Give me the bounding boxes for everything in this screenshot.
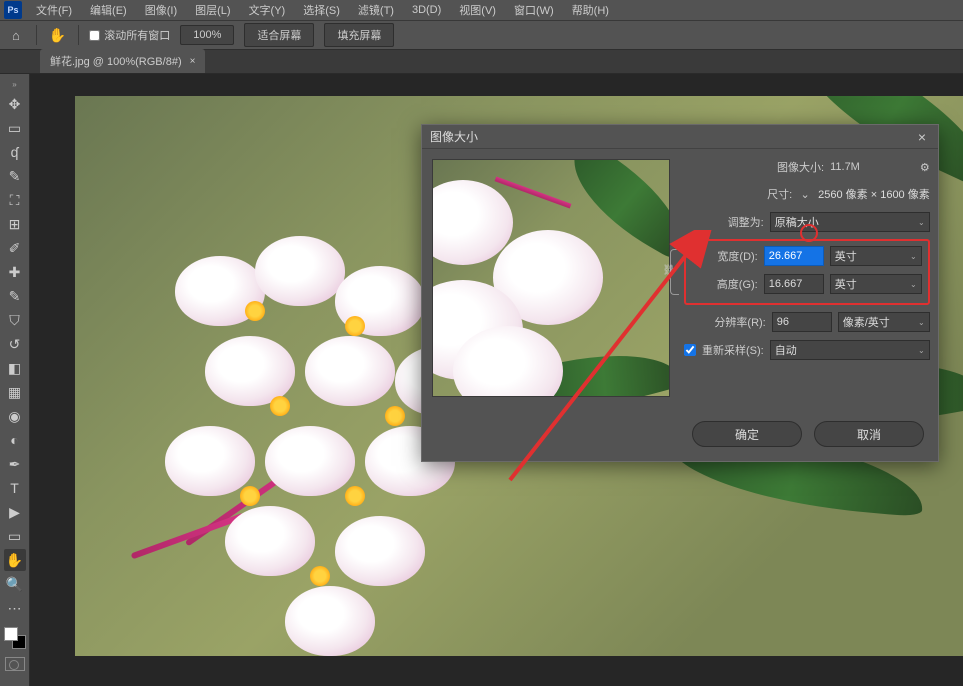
dodge-tool[interactable]: ◐	[4, 429, 26, 451]
blur-tool[interactable]: ◉	[4, 405, 26, 427]
fit-to-select[interactable]: 原稿大小 ⌄	[770, 212, 930, 232]
clone-stamp-tool[interactable]: ⛉	[4, 309, 26, 331]
dialog-title-text: 图像大小	[430, 128, 478, 145]
eyedropper-tool[interactable]: ✐	[4, 237, 26, 259]
move-tool[interactable]: ✥	[4, 93, 26, 115]
menu-filter[interactable]: 滤镜(T)	[350, 0, 402, 20]
fill-screen-button[interactable]: 填充屏幕	[324, 23, 394, 47]
ok-button[interactable]: 确定	[692, 421, 802, 447]
image-size-value: 11.7M	[830, 161, 860, 173]
dimensions-disclosure-icon[interactable]: ⌄	[798, 188, 812, 201]
type-tool[interactable]: T	[4, 477, 26, 499]
foreground-color[interactable]	[4, 627, 18, 641]
scroll-all-windows-checkbox[interactable]: 滚动所有窗口	[89, 27, 170, 43]
height-label: 高度(G):	[717, 276, 758, 292]
quick-mask-toggle[interactable]	[5, 657, 25, 671]
scroll-all-windows-input[interactable]	[89, 30, 100, 41]
chevron-down-icon: ⌄	[910, 252, 917, 261]
document-tab[interactable]: 鲜花.jpg @ 100%(RGB/8#) ×	[40, 49, 205, 73]
menu-file[interactable]: 文件(F)	[28, 0, 80, 20]
resolution-unit-select[interactable]: 像素/英寸 ⌄	[838, 312, 930, 332]
width-label: 宽度(D):	[717, 248, 757, 264]
document-tab-bar: 鲜花.jpg @ 100%(RGB/8#) ×	[0, 50, 963, 74]
home-icon[interactable]: ⌂	[6, 26, 26, 45]
resample-label: 重新采样(S):	[702, 342, 764, 358]
history-brush-tool[interactable]: ↺	[4, 333, 26, 355]
marquee-tool[interactable]: ▭	[4, 117, 26, 139]
dialog-titlebar[interactable]: 图像大小 ×	[422, 125, 938, 149]
app-logo: Ps	[4, 1, 22, 19]
crop-tool[interactable]: ⛶	[4, 189, 26, 211]
width-input[interactable]	[764, 246, 824, 266]
height-input[interactable]	[764, 274, 824, 294]
menu-help[interactable]: 帮助(H)	[564, 0, 617, 20]
menu-layer[interactable]: 图层(L)	[187, 0, 238, 20]
menu-type[interactable]: 文字(Y)	[241, 0, 294, 20]
constrain-proportions-icon[interactable]: ⛓	[664, 249, 678, 293]
toolbox: » ✥ ▭ ʠ ✎ ⛶ ⊞ ✐ ✚ ✎ ⛉ ↺ ◧ ▦ ◉ ◐ ✒ T ▶ ▭ …	[0, 74, 30, 686]
path-select-tool[interactable]: ▶	[4, 501, 26, 523]
zoom-tool[interactable]: 🔍	[4, 573, 26, 595]
menu-image[interactable]: 图像(I)	[137, 0, 185, 20]
width-height-highlight: ⛓ 宽度(D): 英寸 ⌄ 高度(G): 英寸 ⌄	[684, 239, 930, 305]
divider	[36, 25, 37, 45]
chevron-down-icon: ⌄	[918, 346, 925, 355]
menu-bar: Ps 文件(F) 编辑(E) 图像(I) 图层(L) 文字(Y) 选择(S) 滤…	[0, 0, 963, 20]
document-tab-label: 鲜花.jpg @ 100%(RGB/8#)	[50, 53, 182, 69]
menu-edit[interactable]: 编辑(E)	[82, 0, 135, 20]
chevron-down-icon: ⌄	[910, 280, 917, 289]
toolbox-expand-icon[interactable]: »	[10, 78, 18, 91]
pen-tool[interactable]: ✒	[4, 453, 26, 475]
image-size-label: 图像大小:	[777, 159, 824, 175]
brush-tool[interactable]: ✎	[4, 285, 26, 307]
healing-brush-tool[interactable]: ✚	[4, 261, 26, 283]
eraser-tool[interactable]: ◧	[4, 357, 26, 379]
height-unit-value: 英寸	[835, 276, 857, 292]
fit-screen-button[interactable]: 适合屏幕	[244, 23, 314, 47]
dialog-body: 图像大小: 11.7M ⚙ 尺寸: ⌄ 2560 像素 × 1600 像素 调整…	[422, 149, 938, 411]
close-icon[interactable]: ×	[914, 129, 930, 145]
menu-3d[interactable]: 3D(D)	[404, 2, 449, 18]
shape-tool[interactable]: ▭	[4, 525, 26, 547]
zoom-level-button[interactable]: 100%	[180, 25, 234, 45]
fit-to-value: 原稿大小	[775, 214, 819, 230]
options-bar: ⌂ ✋ 滚动所有窗口 100% 适合屏幕 填充屏幕	[0, 20, 963, 50]
resolution-label: 分辨率(R):	[714, 314, 765, 330]
dimensions-label: 尺寸:	[767, 186, 792, 202]
width-unit-value: 英寸	[835, 248, 857, 264]
resample-select[interactable]: 自动 ⌄	[770, 340, 930, 360]
cancel-button[interactable]: 取消	[814, 421, 924, 447]
resolution-input[interactable]	[772, 312, 832, 332]
dialog-footer: 确定 取消	[422, 411, 938, 461]
menu-select[interactable]: 选择(S)	[295, 0, 348, 20]
resample-value: 自动	[775, 342, 797, 358]
close-tab-icon[interactable]: ×	[190, 56, 196, 67]
resolution-unit-value: 像素/英寸	[843, 314, 890, 330]
lasso-tool[interactable]: ʠ	[4, 141, 26, 163]
image-size-dialog: 图像大小 × 图像大小: 11.7M ⚙ 尺寸: ⌄ 2560 像素	[421, 124, 939, 462]
menu-window[interactable]: 窗口(W)	[506, 0, 562, 20]
color-swatch[interactable]	[4, 627, 26, 649]
width-unit-select[interactable]: 英寸 ⌄	[830, 246, 922, 266]
fit-to-label: 调整为:	[728, 214, 764, 230]
gradient-tool[interactable]: ▦	[4, 381, 26, 403]
divider	[78, 25, 79, 45]
edit-toolbar[interactable]: ⋯	[4, 597, 26, 619]
resample-checkbox[interactable]	[684, 344, 696, 356]
scroll-all-windows-label: 滚动所有窗口	[104, 27, 170, 43]
chevron-down-icon: ⌄	[918, 218, 925, 227]
hand-tool[interactable]: ✋	[4, 549, 26, 571]
quick-select-tool[interactable]: ✎	[4, 165, 26, 187]
dimensions-value: 2560 像素 × 1600 像素	[818, 186, 930, 202]
height-unit-select[interactable]: 英寸 ⌄	[830, 274, 922, 294]
menu-view[interactable]: 视图(V)	[451, 0, 504, 20]
dialog-form: 图像大小: 11.7M ⚙ 尺寸: ⌄ 2560 像素 × 1600 像素 调整…	[684, 159, 930, 397]
chevron-down-icon: ⌄	[918, 318, 925, 327]
frame-tool[interactable]: ⊞	[4, 213, 26, 235]
gear-icon[interactable]: ⚙	[920, 161, 930, 174]
image-preview[interactable]	[432, 159, 670, 397]
hand-tool-icon[interactable]: ✋	[47, 25, 68, 46]
